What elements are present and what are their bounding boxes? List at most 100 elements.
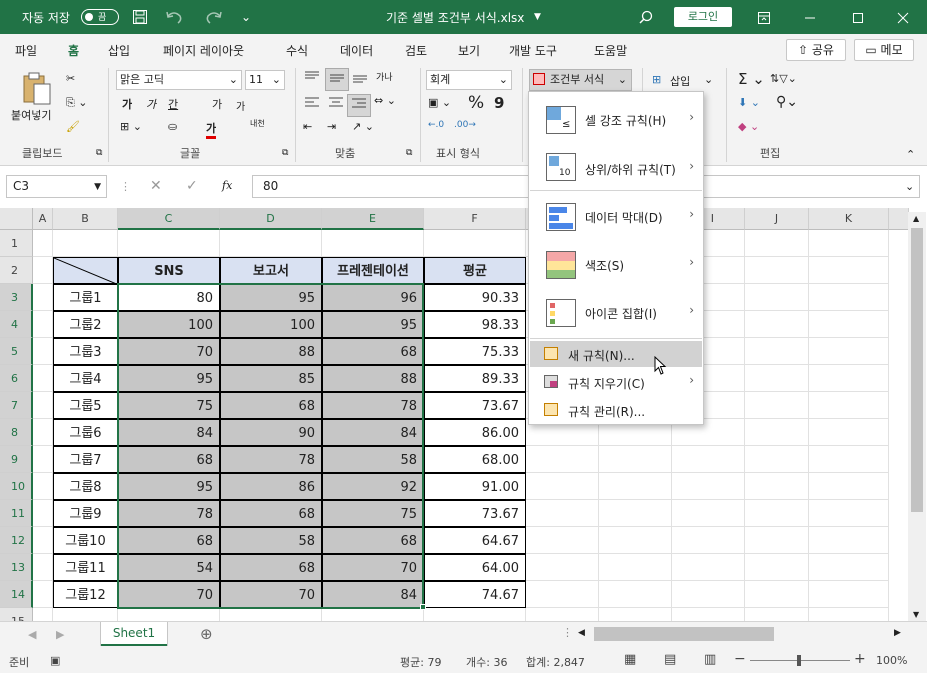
data-cell[interactable]: 90 xyxy=(220,419,322,446)
data-cell[interactable]: 84 xyxy=(322,419,424,446)
grid-cell[interactable] xyxy=(745,338,809,365)
average-cell[interactable]: 73.67 xyxy=(424,500,526,527)
grid-cell[interactable] xyxy=(672,581,745,608)
table-header[interactable]: 평균 xyxy=(424,257,526,284)
copy-icon[interactable]: ⎘ ⌄ xyxy=(66,96,88,110)
insert-cells-label[interactable]: 삽입 xyxy=(670,73,690,89)
login-button[interactable]: 로그인 xyxy=(674,7,732,27)
data-cell[interactable]: 100 xyxy=(220,311,322,338)
row-header[interactable]: 8 xyxy=(0,419,33,446)
currency-icon[interactable]: ▣ ⌄ xyxy=(428,96,451,109)
shrink-font-button[interactable]: 가 xyxy=(236,98,245,113)
sheet-tab-sheet1[interactable]: Sheet1 xyxy=(101,622,167,646)
fill-color-icon[interactable]: ⛀ xyxy=(168,120,177,133)
row-header[interactable]: 13 xyxy=(0,554,33,581)
table-header[interactable]: 프레젠테이션 xyxy=(322,257,424,284)
row-label-cell[interactable]: 그룹3 xyxy=(53,338,118,365)
data-cell[interactable]: 75 xyxy=(322,500,424,527)
ribbon-display-icon[interactable] xyxy=(754,6,774,28)
grid-cell[interactable] xyxy=(526,608,599,621)
grid-cell[interactable] xyxy=(118,230,220,257)
data-cell[interactable]: 54 xyxy=(118,554,220,581)
menu-item-clear-rules[interactable]: 규칙 지우기(C) › xyxy=(530,369,702,395)
grid-cell[interactable] xyxy=(220,608,322,621)
menu-item-icon-sets[interactable]: 아이콘 집합(I) › xyxy=(530,289,702,335)
grid-cell[interactable] xyxy=(33,473,53,500)
data-cell[interactable]: 84 xyxy=(322,581,424,608)
data-cell[interactable]: 58 xyxy=(322,446,424,473)
wrap-text-button[interactable]: 가나 xyxy=(376,70,393,83)
chevron-down-icon[interactable]: ⌄ xyxy=(704,73,713,86)
grid-cell[interactable] xyxy=(33,527,53,554)
grid-cell[interactable] xyxy=(809,338,889,365)
row-header[interactable]: 6 xyxy=(0,365,33,392)
grid-cell[interactable] xyxy=(809,608,889,621)
close-icon[interactable] xyxy=(893,6,913,28)
decrease-indent-icon[interactable]: ⇤ xyxy=(303,120,312,133)
orientation-icon[interactable]: ↗ ⌄ xyxy=(352,120,374,133)
row-label-cell[interactable]: 그룹1 xyxy=(53,284,118,311)
grid-cell[interactable] xyxy=(745,230,809,257)
merge-icon[interactable]: ⇔ ⌄ xyxy=(374,94,396,107)
grid-cell[interactable] xyxy=(53,608,118,621)
paste-label[interactable]: 붙여넣기 xyxy=(11,107,51,123)
data-cell[interactable]: 84 xyxy=(118,419,220,446)
row-label-cell[interactable]: 그룹9 xyxy=(53,500,118,527)
grid-cell[interactable] xyxy=(809,257,889,284)
autosave-toggle[interactable]: 끔 xyxy=(81,9,119,25)
data-cell[interactable]: 95 xyxy=(118,473,220,500)
grid-cell[interactable] xyxy=(809,554,889,581)
average-cell[interactable]: 64.00 xyxy=(424,554,526,581)
data-cell[interactable]: 100 xyxy=(118,311,220,338)
row-header[interactable]: 15 xyxy=(0,608,33,621)
normal-view-icon[interactable]: ▦ xyxy=(624,652,636,667)
decrease-decimal-icon[interactable]: .00→ xyxy=(454,120,476,130)
data-cell[interactable]: 75 xyxy=(118,392,220,419)
menu-item-color-scales[interactable]: 색조(S) › xyxy=(530,241,702,287)
align-right-icon[interactable] xyxy=(347,94,371,117)
bold-button[interactable]: 가 xyxy=(122,96,132,112)
grid-cell[interactable] xyxy=(672,608,745,621)
row-label-cell[interactable]: 그룹2 xyxy=(53,311,118,338)
clipboard-launcher-icon[interactable]: ⧉ xyxy=(96,148,102,158)
row-label-cell[interactable]: 그룹6 xyxy=(53,419,118,446)
column-header[interactable]: B xyxy=(53,208,118,230)
comments-button[interactable]: ▭ 메모 xyxy=(854,39,914,61)
enter-icon[interactable]: ✓ xyxy=(186,178,198,194)
menu-item-new-rule[interactable]: 새 규칙(N)... xyxy=(530,341,702,367)
column-header[interactable]: C xyxy=(118,208,220,230)
row-header[interactable]: 4 xyxy=(0,311,33,338)
grid-cell[interactable] xyxy=(526,446,599,473)
grid-cell[interactable] xyxy=(745,392,809,419)
data-cell[interactable]: 68 xyxy=(220,392,322,419)
search-icon[interactable] xyxy=(636,6,656,28)
table-header[interactable]: 보고서 xyxy=(220,257,322,284)
column-header[interactable] xyxy=(889,208,909,230)
zoom-level[interactable]: 100% xyxy=(876,654,907,667)
save-icon[interactable] xyxy=(130,6,150,28)
name-box[interactable]: C3 ▼ xyxy=(6,175,107,198)
table-header[interactable]: SNS xyxy=(118,257,220,284)
average-cell[interactable]: 90.33 xyxy=(424,284,526,311)
tab-home[interactable]: 홈 xyxy=(65,42,82,67)
spreadsheet-grid[interactable]: A B C D E F G H I J K 123456789101112131… xyxy=(0,208,927,621)
sort-filter-icon[interactable]: ⇅▽⌄ xyxy=(770,72,797,85)
row-header[interactable]: 7 xyxy=(0,392,33,419)
comma-button[interactable]: 9 xyxy=(494,94,504,112)
column-header[interactable]: A xyxy=(33,208,53,230)
paste-icon[interactable] xyxy=(20,70,52,109)
row-header[interactable]: 2 xyxy=(0,257,33,284)
grid-cell[interactable] xyxy=(745,419,809,446)
underline-button[interactable]: 간 xyxy=(168,96,178,112)
grid-cell[interactable] xyxy=(745,284,809,311)
row-header[interactable]: 5 xyxy=(0,338,33,365)
data-cell[interactable]: 70 xyxy=(118,338,220,365)
grid-cell[interactable] xyxy=(809,365,889,392)
increase-decimal-icon[interactable]: ←.0 xyxy=(428,120,444,130)
page-layout-view-icon[interactable]: ▤ xyxy=(664,652,676,667)
grid-cell[interactable] xyxy=(745,527,809,554)
undo-icon[interactable] xyxy=(160,6,190,28)
data-cell[interactable]: 78 xyxy=(220,446,322,473)
average-cell[interactable]: 64.67 xyxy=(424,527,526,554)
grid-cell[interactable] xyxy=(672,473,745,500)
